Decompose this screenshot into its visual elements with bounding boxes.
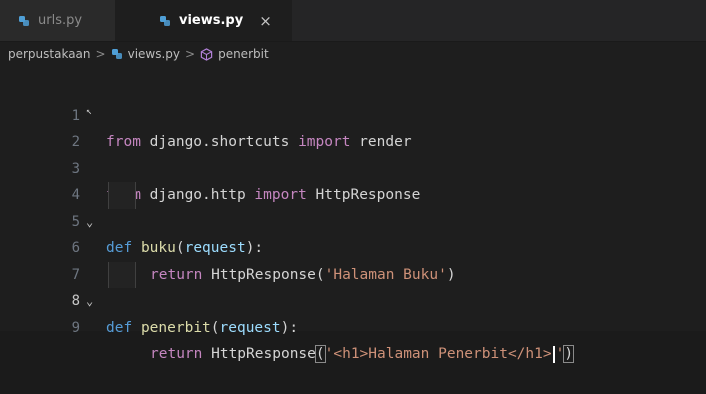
mouse-cursor-icon: ↖ [86, 105, 93, 117]
code-line[interactable]: 5 return HttpResponse('Halaman Buku') [0, 182, 706, 283]
call: HttpResponse [202, 346, 316, 362]
bracket-highlight: ( [314, 345, 326, 363]
breadcrumb-separator: > [185, 47, 196, 61]
breadcrumb-symbol[interactable]: penerbit [218, 47, 269, 61]
code-line[interactable]: 4 ⌄ def buku(request): [0, 156, 706, 256]
bracket-highlight: ) [563, 345, 575, 363]
punctuation: ( [210, 319, 220, 336]
tab-urls-py[interactable]: urls.py [0, 0, 115, 41]
indent-guide [108, 182, 136, 209]
tab-views-py[interactable]: views.py × [115, 0, 292, 41]
line-number: 9 [71, 319, 80, 336]
tab-label: views.py [179, 13, 244, 28]
tab-label: urls.py [38, 13, 83, 28]
tab-bar: urls.py views.py × [0, 0, 706, 42]
python-file-icon [19, 15, 29, 26]
keyword: def [106, 319, 133, 336]
code-line[interactable]: 3 [0, 129, 706, 177]
parameter: request [219, 319, 281, 336]
punctuation: ): [280, 319, 299, 336]
code-line[interactable]: 7 ⌄ def penerbit(request): [0, 235, 706, 336]
string-literal: '<h1>Halaman Penerbit</h1> [324, 346, 552, 362]
code-text: return HttpResponse('<h1>Halaman Penerbi… [150, 341, 575, 368]
code-line[interactable]: 2 ↖ from django.http import HttpResponse [0, 103, 706, 204]
method-cube-icon [200, 47, 213, 61]
code-line[interactable]: 1 from django.shortcuts import render [0, 76, 706, 151]
code-text: def penerbit(request): [106, 315, 298, 342]
breadcrumb-file[interactable]: views.py [128, 47, 180, 61]
breadcrumb-folder[interactable]: perpustakaan [8, 47, 91, 61]
breadcrumb-separator: > [95, 47, 106, 61]
text-cursor [552, 345, 555, 363]
python-file-icon [160, 15, 170, 26]
code-line[interactable]: 6 [0, 209, 706, 256]
code-line[interactable]: 9 [0, 288, 706, 336]
python-file-icon [111, 49, 122, 59]
code-line[interactable]: 8 return HttpResponse('<h1>Halaman Pener… [0, 261, 706, 363]
code-editor[interactable]: 1 from django.shortcuts import render 2 … [0, 76, 706, 363]
function-name: penerbit [140, 319, 211, 336]
editor-window: urls.py views.py × perpustakaan > views.… [0, 0, 706, 363]
keyword: return [150, 346, 203, 362]
breadcrumb: perpustakaan > views.py > penerbit [8, 43, 269, 65]
close-icon[interactable]: × [259, 12, 272, 30]
indent-guide [108, 261, 136, 288]
